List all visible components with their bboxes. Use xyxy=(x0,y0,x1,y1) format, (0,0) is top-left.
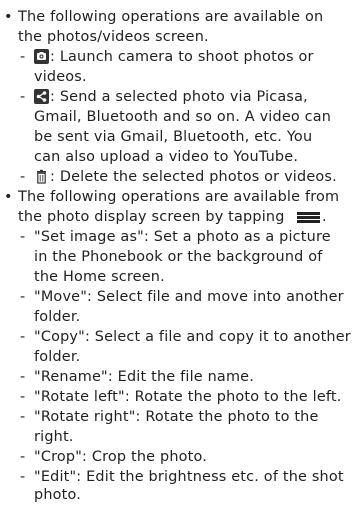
intro-text: the photos/videos screen. xyxy=(18,29,209,45)
section-2-intro-line-2: the photo display screen by tapping . xyxy=(0,207,355,227)
item-text: the Home screen. xyxy=(34,269,165,285)
trash-icon xyxy=(34,169,49,184)
list-item-set-image-as-cont: the Home screen. xyxy=(0,267,355,287)
intro-text-period: . xyxy=(322,209,327,225)
dash-marker: - xyxy=(20,89,26,105)
list-item-edit: - "Edit": Edit the brightness etc. of th… xyxy=(0,467,355,487)
list-item-rotate-left: - "Rotate left": Rotate the photo to the… xyxy=(0,387,355,407)
intro-text: The following operations are available o… xyxy=(18,9,324,25)
list-item-copy-cont: folder. xyxy=(0,347,355,367)
dash-marker: - xyxy=(20,289,26,305)
dash-marker: - xyxy=(20,229,26,245)
item-text: : Delete the selected photos or videos. xyxy=(50,169,337,185)
dash-marker: - xyxy=(20,409,26,425)
section-1-intro-line-1: • The following operations are available… xyxy=(0,7,355,27)
item-text: videos. xyxy=(34,69,87,85)
item-text: "Rotate right": Rotate the photo to the xyxy=(34,409,319,425)
list-item-share-cont: Gmail, Bluetooth and so on. A video can xyxy=(0,107,355,127)
list-item-set-image-as: - "Set image as": Set a photo as a pictu… xyxy=(0,227,355,247)
item-text: : Send a selected photo via Picasa, xyxy=(50,89,308,105)
item-text: "Rotate left": Rotate the photo to the l… xyxy=(34,389,342,405)
item-text: right. xyxy=(34,429,74,445)
item-text: be sent via Gmail, Bluetooth, etc. You xyxy=(34,129,313,145)
list-item-delete: - : Delete the selected photos or videos… xyxy=(0,167,355,187)
item-text: "Set image as": Set a photo as a picture xyxy=(34,229,331,245)
dash-marker: - xyxy=(20,389,26,405)
item-text: photo. xyxy=(34,487,82,503)
section-1-intro-line-2: the photos/videos screen. xyxy=(0,27,355,47)
item-text: : Launch camera to shoot photos or xyxy=(50,49,314,65)
dash-marker: - xyxy=(20,49,26,65)
dash-marker: - xyxy=(20,369,26,385)
list-item-copy: - "Copy": Select a file and copy it to a… xyxy=(0,327,355,347)
list-item-share-cont: be sent via Gmail, Bluetooth, etc. You xyxy=(0,127,355,147)
item-text: "Crop": Crop the photo. xyxy=(34,449,208,465)
list-item-share-cont: can also upload a video to YouTube. xyxy=(0,147,355,167)
menu-icon xyxy=(297,212,320,223)
list-item-rotate-right: - "Rotate right": Rotate the photo to th… xyxy=(0,407,355,427)
intro-text: The following operations are available f… xyxy=(18,189,340,205)
item-text: folder. xyxy=(34,309,81,325)
list-item-crop: - "Crop": Crop the photo. xyxy=(0,447,355,467)
list-item-rename: - "Rename": Edit the file name. xyxy=(0,367,355,387)
bullet-marker: • xyxy=(4,9,13,25)
list-item-camera: - : Launch camera to shoot photos or xyxy=(0,47,355,67)
item-text: "Rename": Edit the file name. xyxy=(34,369,254,385)
operations-document: • The following operations are available… xyxy=(0,0,355,503)
list-item-rotate-right-cont: right. xyxy=(0,427,355,447)
list-item-move: - "Move": Select file and move into anot… xyxy=(0,287,355,307)
list-item-move-cont: folder. xyxy=(0,307,355,327)
dash-marker: - xyxy=(20,169,26,185)
item-text: "Move": Select file and move into anothe… xyxy=(34,289,344,305)
dash-marker: - xyxy=(20,469,26,485)
item-text: in the Phonebook or the background of xyxy=(34,249,323,265)
item-text: can also upload a video to YouTube. xyxy=(34,149,299,165)
list-item-set-image-as-cont: in the Phonebook or the background of xyxy=(0,247,355,267)
item-text: "Edit": Edit the brightness etc. of the … xyxy=(34,469,344,485)
camera-icon xyxy=(34,49,49,64)
bullet-marker: • xyxy=(4,189,13,205)
item-text: "Copy": Select a file and copy it to ano… xyxy=(34,329,351,345)
section-2-intro-line-1: • The following operations are available… xyxy=(0,187,355,207)
intro-text: the photo display screen by tapping xyxy=(18,209,285,225)
dash-marker: - xyxy=(20,329,26,345)
item-text: Gmail, Bluetooth and so on. A video can xyxy=(34,109,332,125)
list-item-camera-cont: videos. xyxy=(0,67,355,87)
list-item-share: - : Send a selected photo via Picasa, xyxy=(0,87,355,107)
dash-marker: - xyxy=(20,449,26,465)
list-item-edit-cont: photo. xyxy=(0,485,355,505)
item-text: folder. xyxy=(34,349,81,365)
share-icon xyxy=(34,89,49,104)
